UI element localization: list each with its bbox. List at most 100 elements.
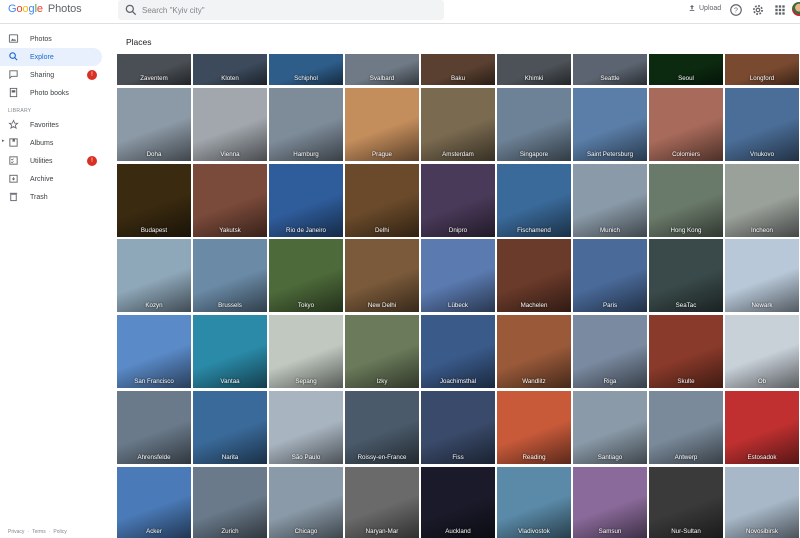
place-tile[interactable]: Seoul	[649, 54, 723, 85]
sidebar-item-photo-books[interactable]: Photo books	[0, 84, 110, 102]
place-tile[interactable]: SeaTac	[649, 239, 723, 312]
sidebar-item-trash[interactable]: Trash	[0, 188, 110, 206]
place-tile[interactable]: Samsun	[573, 467, 647, 538]
privacy-link[interactable]: Privacy	[8, 529, 24, 535]
place-tile[interactable]: Vnukovo	[725, 88, 799, 161]
place-tile[interactable]: Zaventem	[117, 54, 191, 85]
trash-icon	[9, 192, 18, 202]
sidebar-item-albums[interactable]: ▸ Albums	[0, 134, 110, 152]
place-tile[interactable]: Singapore	[497, 88, 571, 161]
place-tile[interactable]: Seattle	[573, 54, 647, 85]
place-tile-label: Samsun	[598, 528, 622, 535]
place-tile[interactable]: Hamburg	[269, 88, 343, 161]
place-tile[interactable]: Machelen	[497, 239, 571, 312]
google-photos-logo[interactable]: Google Photos	[8, 3, 82, 15]
place-tile[interactable]: Svalbard	[345, 54, 419, 85]
place-tile[interactable]: Longford	[725, 54, 799, 85]
album-icon	[9, 138, 18, 147]
help-icon[interactable]: ?	[729, 3, 743, 17]
place-tile[interactable]: Rio de Janeiro	[269, 164, 343, 237]
place-tile[interactable]: Delhi	[345, 164, 419, 237]
place-tile[interactable]: Baku	[421, 54, 495, 85]
terms-link[interactable]: Terms	[32, 529, 46, 535]
place-tile[interactable]: Joachimsthal	[421, 315, 495, 388]
place-tile[interactable]: Fischamend	[497, 164, 571, 237]
place-tile[interactable]: Izky	[345, 315, 419, 388]
place-tile[interactable]: Skulte	[649, 315, 723, 388]
place-tile[interactable]: Lübeck	[421, 239, 495, 312]
place-tile[interactable]: San Francisco	[117, 315, 191, 388]
place-tile[interactable]: Roissy-en-France	[345, 391, 419, 464]
place-tile[interactable]: Acker	[117, 467, 191, 538]
place-tile[interactable]: Vantaa	[193, 315, 267, 388]
place-tile[interactable]: Doha	[117, 88, 191, 161]
place-tile[interactable]: Chicago	[269, 467, 343, 538]
place-tile[interactable]: Ob	[725, 315, 799, 388]
sidebar-item-sharing[interactable]: Sharing !	[0, 66, 110, 84]
place-tile[interactable]: Sepang	[269, 315, 343, 388]
place-tile[interactable]: Novosibirsk	[725, 467, 799, 538]
place-tile[interactable]: Budapest	[117, 164, 191, 237]
place-tile[interactable]: Estosadok	[725, 391, 799, 464]
place-tile[interactable]: Tokyo	[269, 239, 343, 312]
place-tile-label: Fiss	[452, 454, 464, 461]
place-tile[interactable]: Munich	[573, 164, 647, 237]
place-tile[interactable]: Incheon	[725, 164, 799, 237]
place-tile-label: Brussels	[218, 302, 242, 309]
account-avatar[interactable]	[792, 2, 800, 16]
apps-grid-icon[interactable]	[773, 3, 787, 17]
place-tile[interactable]: New Delhi	[345, 239, 419, 312]
place-tile[interactable]: Saint Petersburg	[573, 88, 647, 161]
footer-links: Privacy · Terms · Policy	[8, 529, 70, 535]
place-tile[interactable]: Naryan-Mar	[345, 467, 419, 538]
place-tile[interactable]: Nur-Sultan	[649, 467, 723, 538]
place-tile[interactable]: Newark	[725, 239, 799, 312]
sidebar-item-label: Archive	[30, 175, 54, 183]
place-tile[interactable]: São Paulo	[269, 391, 343, 464]
place-tile[interactable]: Hong Kong	[649, 164, 723, 237]
top-bar: Google Photos Upload ?	[0, 0, 800, 24]
place-tile[interactable]: Vladivostok	[497, 467, 571, 538]
search-bar[interactable]	[118, 0, 444, 20]
place-tile[interactable]: Prague	[345, 88, 419, 161]
place-tile[interactable]: Santiago	[573, 391, 647, 464]
place-tile[interactable]: Colomiers	[649, 88, 723, 161]
place-tile[interactable]: Yakutsk	[193, 164, 267, 237]
place-tile[interactable]: Antwerp	[649, 391, 723, 464]
place-tile[interactable]: Fiss	[421, 391, 495, 464]
place-tile[interactable]: Riga	[573, 315, 647, 388]
place-tile[interactable]: Paris	[573, 239, 647, 312]
place-tile-label: Seattle	[600, 75, 620, 82]
place-tile[interactable]: Amsterdam	[421, 88, 495, 161]
place-tile[interactable]: Zurich	[193, 467, 267, 538]
place-tile[interactable]: Schiphol	[269, 54, 343, 85]
place-tile[interactable]: Kloten	[193, 54, 267, 85]
upload-button[interactable]: Upload	[688, 4, 721, 12]
svg-text:?: ?	[734, 8, 738, 15]
places-grid: Zaventem Kloten Schiphol Svalbard Baku Khimki…	[117, 54, 800, 538]
sidebar-item-photos[interactable]: Photos	[0, 30, 110, 48]
sidebar-item-favorites[interactable]: Favorites	[0, 116, 110, 134]
place-tile[interactable]: Ahrensfelde	[117, 391, 191, 464]
search-input[interactable]	[142, 2, 432, 18]
place-tile-label: Kozyn	[145, 302, 163, 309]
place-tile[interactable]: Vienna	[193, 88, 267, 161]
policy-link[interactable]: Policy	[53, 529, 66, 535]
sidebar-item-utilities[interactable]: Utilities !	[0, 152, 110, 170]
sidebar-item-explore[interactable]: Explore	[0, 48, 102, 66]
sidebar-item-archive[interactable]: Archive	[0, 170, 110, 188]
place-tile[interactable]: Reading	[497, 391, 571, 464]
expand-arrow-icon[interactable]: ▸	[2, 138, 5, 144]
place-tile[interactable]: Auckland	[421, 467, 495, 538]
place-tile[interactable]: Khimki	[497, 54, 571, 85]
search-icon[interactable]	[124, 3, 138, 17]
place-tile[interactable]: Brussels	[193, 239, 267, 312]
place-tile[interactable]: Wandlitz	[497, 315, 571, 388]
place-tile-label: Fischamend	[517, 227, 551, 234]
place-tile-label: Singapore	[519, 151, 549, 158]
place-tile[interactable]: Narita	[193, 391, 267, 464]
place-tile-label: Prague	[372, 151, 392, 158]
place-tile[interactable]: Dnipro	[421, 164, 495, 237]
place-tile[interactable]: Kozyn	[117, 239, 191, 312]
settings-gear-icon[interactable]	[751, 3, 765, 17]
